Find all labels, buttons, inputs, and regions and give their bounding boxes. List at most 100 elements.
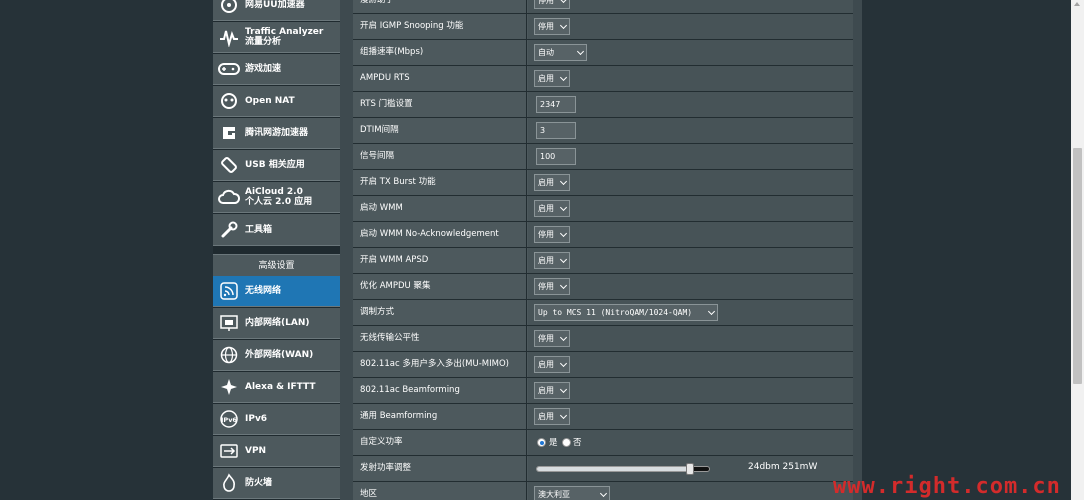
setting-row-mu-mimo: 802.11ac 多用户多入多出(MU-MIMO) 启用	[353, 352, 853, 378]
setting-label: 启动 WMM No-Acknowledgement	[353, 222, 527, 247]
gamepad-icon	[217, 57, 241, 81]
scrollbar-thumb[interactable]	[1073, 148, 1082, 384]
tx-burst-select[interactable]: 启用	[534, 174, 570, 191]
setting-row-wmm-no-ack: 启动 WMM No-Acknowledgement 停用	[353, 222, 853, 248]
setting-row-region: 地区 澳大利亚	[353, 482, 853, 500]
chevron-down-icon	[707, 307, 716, 316]
setting-label: 开启 TX Burst 功能	[353, 170, 527, 195]
globe-icon	[217, 343, 241, 367]
setting-row-airtime-fairness: 无线传输公平性 停用	[353, 326, 853, 352]
tencent-game-icon	[217, 121, 241, 145]
airtime-fairness-select[interactable]: 停用	[534, 330, 570, 347]
scroll-up-icon[interactable]	[1074, 2, 1080, 6]
alexa-icon	[217, 375, 241, 399]
sidebar-item-wan[interactable]: 外部网络(WAN)	[213, 340, 340, 371]
sidebar-item-aicloud[interactable]: AiCloud 2.0 个人云 2.0 应用	[213, 182, 340, 213]
chevron-down-icon	[599, 489, 608, 498]
setting-row-ampdu-aggregation: 优化 AMPDU 聚集 停用	[353, 274, 853, 300]
tx-power-slider-fill	[537, 467, 691, 471]
sidebar-item-firewall[interactable]: 防火墙	[213, 468, 340, 499]
chevron-down-icon	[559, 255, 568, 264]
chevron-down-icon	[559, 203, 568, 212]
setting-row-rts-threshold: RTS 门槛设置 2347	[353, 92, 853, 118]
igmp-snooping-select[interactable]: 停用	[534, 18, 570, 35]
sidebar-item-game-boost[interactable]: 游戏加速	[213, 54, 340, 85]
setting-row-tx-burst: 开启 TX Burst 功能 启用	[353, 170, 853, 196]
sidebar-item-label: Alexa & IFTTT	[245, 382, 316, 392]
sidebar-item-usb[interactable]: USB 相关应用	[213, 150, 340, 181]
ampdu-aggregation-select[interactable]: 停用	[534, 278, 570, 295]
setting-label: 自定义功率	[353, 430, 527, 455]
uu-icon	[217, 0, 241, 17]
sidebar-item-vpn[interactable]: VPN	[213, 436, 340, 467]
universal-beamforming-select[interactable]: 启用	[534, 408, 570, 425]
sidebar-item-wireless[interactable]: 无线网络	[213, 276, 340, 307]
sidebar-item-lan[interactable]: 内部网络(LAN)	[213, 308, 340, 339]
sidebar-item-open-nat[interactable]: Open NAT	[213, 86, 340, 117]
page-scrollbar[interactable]	[1071, 0, 1084, 500]
chevron-down-icon	[559, 359, 568, 368]
setting-label: 优化 AMPDU 聚集	[353, 274, 527, 299]
dtim-interval-input[interactable]: 3	[536, 122, 576, 139]
setting-label: 组播速率(Mbps)	[353, 40, 527, 65]
sidebar-item-alexa-ifttt[interactable]: Alexa & IFTTT	[213, 372, 340, 403]
wmm-no-ack-select[interactable]: 停用	[534, 226, 570, 243]
wmm-select[interactable]: 启用	[534, 200, 570, 217]
modulation-select[interactable]: Up to MCS 11 (NitroQAM/1024-QAM)	[534, 304, 718, 321]
traffic-analyzer-icon	[217, 25, 241, 49]
setting-label: 开启 IGMP Snooping 功能	[353, 14, 527, 39]
custom-power-yes-radio[interactable]	[537, 438, 546, 447]
setting-label: 802.11ac 多用户多入多出(MU-MIMO)	[353, 352, 527, 377]
setting-row-multicast-rate: 组播速率(Mbps) 自动	[353, 40, 853, 66]
custom-power-yes-label: 是	[549, 438, 558, 448]
multicast-rate-select[interactable]: 自动	[534, 44, 587, 61]
sidebar-item-tencent-accelerator[interactable]: 腾讯网游加速器	[213, 118, 340, 149]
sidebar-item-label: 防火墙	[245, 478, 273, 488]
firewall-icon	[217, 471, 241, 495]
custom-power-no-radio[interactable]	[562, 438, 571, 447]
chevron-down-icon	[559, 73, 568, 82]
wmm-apsd-select[interactable]: 启用	[534, 252, 570, 269]
beacon-interval-input[interactable]: 100	[536, 148, 576, 165]
setting-row-wmm: 启动 WMM 启用	[353, 196, 853, 222]
chevron-down-icon	[559, 229, 568, 238]
sidebar-item-label: AiCloud 2.0 个人云 2.0 应用	[245, 187, 313, 207]
sidebar-item-label: 外部网络(WAN)	[245, 350, 314, 360]
setting-row-wmm-apsd: 开启 WMM APSD 启用	[353, 248, 853, 274]
sidebar-item-label: 内部网络(LAN)	[245, 318, 310, 328]
chevron-down-icon	[559, 177, 568, 186]
chevron-down-icon	[559, 21, 568, 30]
sidebar-item-label: 腾讯网游加速器	[245, 128, 309, 138]
tx-power-slider-thumb[interactable]	[686, 463, 695, 475]
sidebar-item-uu-accelerator[interactable]: 网易UU加速器	[213, 0, 340, 21]
advanced-settings-header: 高级设置	[213, 254, 340, 276]
setting-label: 调制方式	[353, 300, 527, 325]
cloud-icon	[217, 185, 241, 209]
setting-label: RTS 门槛设置	[353, 92, 527, 117]
setting-label: 信号间隔	[353, 144, 527, 169]
setting-label: 发射功率调整	[353, 456, 527, 481]
ampdu-rts-select[interactable]: 启用	[534, 70, 570, 87]
region-select[interactable]: 澳大利亚	[534, 486, 610, 500]
sidebar-item-toolbox[interactable]: 工具箱	[213, 214, 340, 246]
ac-beamforming-select[interactable]: 启用	[534, 382, 570, 399]
sidebar-item-ipv6[interactable]: IPv6 IPv6	[213, 404, 340, 435]
mu-mimo-select[interactable]: 启用	[534, 356, 570, 373]
chevron-down-icon	[559, 411, 568, 420]
sidebar-item-label: 网易UU加速器	[245, 0, 305, 10]
setting-row-universal-beamforming: 通用 Beamforming 启用	[353, 404, 853, 430]
setting-label: 802.11ac Beamforming	[353, 378, 527, 403]
chevron-down-icon	[559, 333, 568, 342]
roaming-assistant-select[interactable]: 停用	[534, 0, 570, 9]
setting-label: 地区	[353, 482, 527, 500]
sidebar-item-traffic-analyzer[interactable]: Traffic Analyzer 流量分析	[213, 22, 340, 53]
tx-power-slider[interactable]	[536, 463, 710, 475]
setting-row-custom-power: 自定义功率 是 否	[353, 430, 853, 456]
sidebar-item-label: 游戏加速	[245, 64, 282, 74]
usb-icon	[217, 153, 241, 177]
rts-threshold-input[interactable]: 2347	[536, 96, 576, 113]
setting-row-modulation: 调制方式 Up to MCS 11 (NitroQAM/1024-QAM)	[353, 300, 853, 326]
setting-label: 启动 WMM	[353, 196, 527, 221]
sidebar-item-label: IPv6	[245, 414, 268, 424]
wireless-professional-settings: 漫游助手 停用 开启 IGMP Snooping 功能 停用 组播速率(Mbps…	[353, 0, 853, 500]
